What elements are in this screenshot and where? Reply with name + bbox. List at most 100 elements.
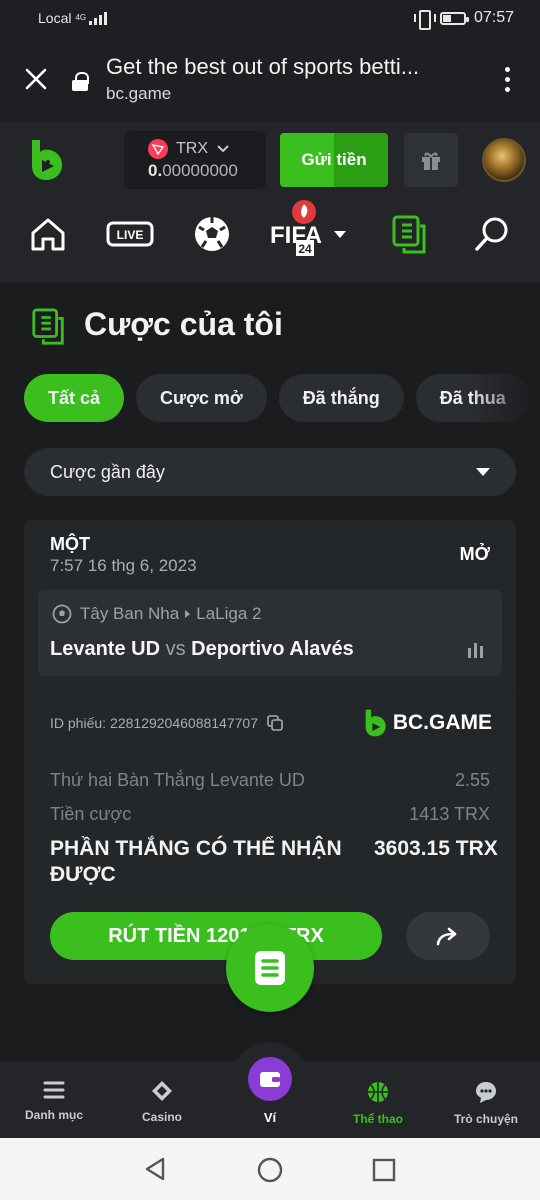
my-bets-icon [392,215,426,254]
ticket-id-row: ID phiếu: 2281292046088147707 [50,714,284,732]
live-icon: LIVE [106,221,154,247]
league-label: LaLiga 2 [196,604,262,623]
bet-type: MỘT [50,534,90,554]
browser-menu-button[interactable] [474,66,540,92]
league-path: Tây Ban Nha LaLiga 2 [80,604,261,624]
bet-card[interactable]: MỘT 7:57 16 thg 6, 2023 MỞ Tây Ban Nha L… [24,520,516,984]
wallet-icon [260,1072,280,1087]
match-box[interactable]: Tây Ban Nha LaLiga 2 Levante UD vs Depor… [38,590,502,676]
status-bar: Local 4G 07:57 [0,0,540,36]
carrier-label: Local [38,10,72,26]
breadcrumb-arrow-icon [185,610,191,618]
clock: 07:57 [473,9,514,26]
ticket-id: 2281292046088147707 [110,715,258,731]
page-title: Cược của tôi [84,306,283,342]
match-teams: Levante UD vs Deportivo Alavés [50,638,354,661]
tabs-fade [470,370,540,428]
live-label: LIVE [117,228,144,242]
bet-datetime: 7:57 16 thg 6, 2023 [50,556,197,575]
close-tab-button[interactable] [0,36,72,122]
home-team: Levante UD [50,638,161,660]
my-bets-icon [32,308,64,345]
brand-logo: BC.GAME [363,708,492,738]
share-button[interactable] [406,912,490,960]
status-badge: MỞ [459,544,490,564]
balance-selector[interactable]: TRX 0.00000000 [124,131,266,189]
gift-icon [422,152,440,170]
back-icon[interactable] [142,1156,168,1182]
home-circle-icon[interactable] [256,1156,284,1184]
odds-value: 2.55 [454,770,490,790]
cashout-button[interactable]: RÚT TIỀN 1201.05 TRX [50,912,382,960]
away-team: Deportivo Alavés [191,638,354,660]
bottom-nav-menu[interactable]: Danh mục [0,1062,108,1138]
bottom-nav-sports[interactable]: Thể thao [324,1062,432,1138]
tab-open[interactable]: Cược mở [136,374,267,422]
domain-label: bc.game [106,84,172,103]
network-type: 4G [75,13,87,22]
live-nav[interactable]: LIVE [106,220,154,253]
trx-icon [148,139,168,159]
home-icon [31,218,65,251]
sports-nav: LIVE FIFA 24 [0,198,540,282]
android-nav-bar [0,1138,540,1200]
bottom-nav-casino[interactable]: Casino [108,1062,216,1138]
balance-amount: 0.00000000 [148,161,238,180]
payout-label: PHẦN THẮNG CÓ THỂ NHẬN ĐƯỢC [50,837,342,886]
stake-value: 1413 TRX [409,804,490,824]
menu-icon [43,1081,65,1099]
soccer-ball-icon [52,604,72,624]
stake-label: Tiền cược [50,804,132,824]
chat-icon [476,1082,496,1103]
copy-icon[interactable] [266,714,284,732]
url-display[interactable]: Get the best out of sports betti... bc.g… [106,54,474,104]
vs-label: vs [165,638,186,660]
selection-row: Thứ hai Bàn Thắng Levante UD 2.55 [50,770,490,791]
wallet-button[interactable] [248,1057,292,1101]
betslip-icon [255,951,285,985]
battery-icon [439,11,469,25]
soccer-ball-icon [195,217,229,251]
chevron-down-icon [217,145,229,153]
tab-all[interactable]: Tất cả [24,374,125,422]
my-bets-nav[interactable] [390,214,430,261]
close-icon [25,68,47,90]
tab-won[interactable]: Đã thắng [278,374,404,422]
stake-row: Tiền cược 1413 TRX [50,804,490,825]
home-nav[interactable] [28,214,68,259]
bc-logo-icon [365,709,386,737]
search-icon [475,217,508,251]
site-header: TRX 0.00000000 Gửi tiền [0,122,540,198]
lock-icon [72,72,89,91]
soccer-nav[interactable] [192,214,232,259]
signal-icon [89,11,108,25]
bet-filter-tabs: Tất cả Cược mở Đã thắng Đã thua [24,374,540,422]
recents-icon[interactable] [371,1157,397,1183]
ticket-label: ID phiếu: [50,715,107,731]
casino-icon [152,1081,172,1101]
fifa24-icon: FIFA 24 [270,200,346,256]
payout-value: 3603.15 TRX [374,837,498,860]
search-nav[interactable] [472,214,512,259]
betslip-fab[interactable] [226,924,314,1012]
bc-logo-icon[interactable] [28,138,64,182]
brand-name: BC.GAME [392,711,492,734]
stats-icon[interactable] [466,642,486,658]
bottom-nav-chat[interactable]: Trò chuyện [432,1062,540,1138]
sort-dropdown[interactable]: Cược gần đây [24,448,516,496]
selection-label: Thứ hai Bàn Thắng Levante UD [50,770,305,790]
currency-label: TRX [176,140,208,157]
basketball-icon [368,1082,388,1102]
avatar[interactable] [482,138,526,182]
deposit-button[interactable]: Gửi tiền [280,133,388,187]
share-arrow-icon [436,927,457,946]
gift-button[interactable] [404,133,458,187]
page-title-tab: Get the best out of sports betti... [106,54,420,79]
fifa-nav[interactable]: FIFA 24 [268,198,352,267]
wallet-label: Ví [263,1110,277,1125]
fifa-year: 24 [298,242,312,256]
vibrate-icon [413,10,436,30]
browser-bar: Get the best out of sports betti... bc.g… [0,36,540,122]
sort-value: Cược gần đây [50,461,165,482]
divider [24,692,516,693]
